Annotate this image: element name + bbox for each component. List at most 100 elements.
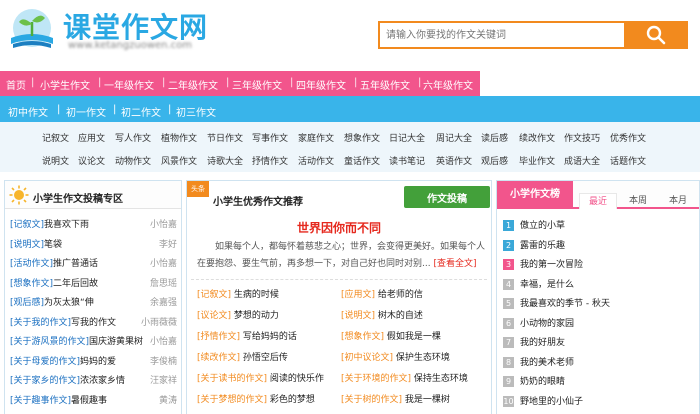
list-item[interactable]: [关于我的作文]写我的作文 [10,315,116,328]
ranking-essay-title[interactable]: 傲立的小草 [520,221,565,231]
ranking-item[interactable]: 8 我的美术老师 [503,355,574,368]
featured-essay-title[interactable]: 世界因你而不同 [187,219,491,236]
essay-category-link[interactable]: [初中议论文] [341,353,393,363]
ranking-item[interactable]: 10 野地里的小仙子 [503,394,583,407]
search-button[interactable] [624,21,688,49]
list-item[interactable]: [应用文] 给老师的信 [341,287,423,300]
ranking-essay-title[interactable]: 露雷的乐趣 [520,241,565,251]
essay-title-link[interactable]: 国庆游黄果树 [89,337,143,347]
essay-category-link[interactable]: [关于母爱的作文] [10,357,80,367]
essay-category-link[interactable]: [关于环境的作文] [341,374,411,384]
essay-title-link[interactable]: 树木的自述 [378,311,423,321]
essay-title-link[interactable]: 梦想的动力 [234,311,279,321]
essay-title-link[interactable]: 写给妈妈的话 [243,332,297,342]
nav-grade-3[interactable]: 三年级作文 [232,77,282,92]
category-link[interactable]: 应用文 [78,131,105,144]
essay-title-link[interactable]: 彩色的梦想 [270,395,315,405]
essay-category-link[interactable]: [关于梦想的作文] [197,395,267,405]
list-item[interactable]: [关于树的作文] 我是一棵树 [341,392,450,405]
essay-category-link[interactable]: [关于读书的作文] [197,374,267,384]
list-item[interactable]: [议论文] 梦想的动力 [197,308,279,321]
ranking-essay-title[interactable]: 小动物的家园 [520,319,574,329]
ranking-essay-title[interactable]: 幸福，是什么 [520,280,574,290]
nav-grade-1[interactable]: 一年级作文 [104,77,154,92]
category-link[interactable]: 童话作文 [344,154,380,167]
essay-title-link[interactable]: 写我的作文 [71,318,116,328]
list-item[interactable]: [关于环境的作文] 保持生态环境 [341,371,468,384]
essay-category-link[interactable]: [说明文] [341,311,375,321]
essay-category-link[interactable]: [关于家乡的作文] [10,376,80,386]
tab-this-month[interactable]: 本月 [659,193,697,209]
essay-category-link[interactable]: [想象作文] [341,332,384,342]
list-item[interactable]: [记叙文] 生病的时候 [197,287,279,300]
category-link[interactable]: 想象作文 [344,131,380,144]
category-link[interactable]: 续改作文 [519,131,555,144]
list-item[interactable]: [关于母爱的作文]妈妈的爱 [10,354,116,367]
essay-category-link[interactable]: [观后感] [10,298,44,308]
nav-home[interactable]: 首页 [6,77,26,92]
ranking-essay-title[interactable]: 我的美术老师 [520,358,574,368]
category-link[interactable]: 成语大全 [564,154,600,167]
category-link[interactable]: 写人作文 [115,131,151,144]
nav-primary-school[interactable]: 小学生作文 [40,77,90,92]
essay-category-link[interactable]: [议论文] [197,311,231,321]
category-link[interactable]: 读书笔记 [389,154,425,167]
list-item[interactable]: [关于游风景的作文]国庆游黄果树 [10,334,143,347]
ranking-item[interactable]: 2 露雷的乐趣 [503,238,565,251]
list-item[interactable]: [活动作文]推广普通话 [10,256,98,269]
essay-category-link[interactable]: [应用文] [341,290,375,300]
category-link[interactable]: 风景作文 [161,154,197,167]
nav-grade-5[interactable]: 五年级作文 [360,77,410,92]
category-link[interactable]: 优秀作文 [610,131,646,144]
ranking-item[interactable]: 7 我的好朋友 [503,335,565,348]
essay-title-link[interactable]: 生病的时候 [234,290,279,300]
nav-junior-3[interactable]: 初三作文 [176,104,216,119]
essay-category-link[interactable]: [续改作文] [197,353,240,363]
list-item[interactable]: [想象作文]二年后回故 [10,276,98,289]
list-item[interactable]: [记叙文]我喜欢下雨 [10,217,89,230]
category-link[interactable]: 毕业作文 [519,154,555,167]
category-link[interactable]: 节日作文 [207,131,243,144]
category-link[interactable]: 家庭作文 [298,131,334,144]
essay-title-link[interactable]: 妈妈的爱 [80,357,116,367]
category-link[interactable]: 读后感 [481,131,508,144]
essay-category-link[interactable]: [记叙文] [197,290,231,300]
ranking-essay-title[interactable]: 野地里的小仙子 [520,397,583,407]
list-item[interactable]: [初中议论文] 保护生态环境 [341,350,450,363]
essay-title-link[interactable]: 暑假趣事 [71,396,107,406]
nav-grade-2[interactable]: 二年级作文 [168,77,218,92]
category-link[interactable]: 话题作文 [610,154,646,167]
category-link[interactable]: 记叙文 [42,131,69,144]
essay-category-link[interactable]: [抒情作文] [197,332,240,342]
essay-category-link[interactable]: [关于树的作文] [341,395,402,405]
essay-category-link[interactable]: [关于我的作文] [10,318,71,328]
essay-title-link[interactable]: 我是一棵树 [405,395,450,405]
list-item[interactable]: [关于读书的作文] 阅读的快乐作 [197,371,324,384]
category-link[interactable]: 观后感 [481,154,508,167]
ranking-item[interactable]: 4 幸福，是什么 [503,277,574,290]
nav-junior-high[interactable]: 初中作文 [8,104,48,119]
essay-title-link[interactable]: 给老师的信 [378,290,423,300]
category-link[interactable]: 说明文 [42,154,69,167]
nav-grade-6[interactable]: 六年级作文 [423,77,473,92]
essay-title-link[interactable]: 二年后回故 [53,279,98,289]
category-link[interactable]: 诗歌大全 [207,154,243,167]
category-link[interactable]: 写事作文 [252,131,288,144]
list-item[interactable]: [关于梦想的作文] 彩色的梦想 [197,392,315,405]
ranking-item[interactable]: 9 奶奶的眼睛 [503,374,565,387]
essay-category-link[interactable]: [关于趣事作文] [10,396,71,406]
essay-title-link[interactable]: 假如我是一棵 [387,332,441,342]
list-item[interactable]: [关于趣事作文]暑假趣事 [10,393,107,406]
category-link[interactable]: 英语作文 [436,154,472,167]
list-item[interactable]: [观后感]为灰太狼“伸 [10,295,94,308]
essay-category-link[interactable]: [记叙文] [10,220,44,230]
category-link[interactable]: 活动作文 [298,154,334,167]
ranking-essay-title[interactable]: 奶奶的眼睛 [520,377,565,387]
essay-category-link[interactable]: [关于游风景的作文] [10,337,89,347]
tab-this-week[interactable]: 本周 [619,193,657,209]
list-item[interactable]: [说明文] 树木的自述 [341,308,423,321]
essay-category-link[interactable]: [想象作文] [10,279,53,289]
ranking-item[interactable]: 3 我的第一次冒险 [503,257,583,270]
category-link[interactable]: 作文技巧 [564,131,600,144]
ranking-essay-title[interactable]: 我的好朋友 [520,338,565,348]
